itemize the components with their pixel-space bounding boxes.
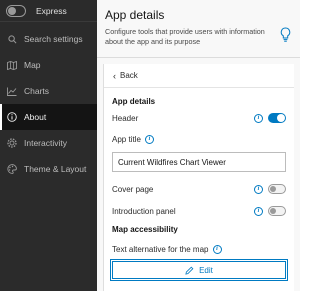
app-title-input[interactable]: Current Wildfires Chart Viewer — [112, 152, 286, 172]
text-alternative-label-row: Text alternative for the map i — [104, 243, 294, 255]
sidebar-item-label: Map — [24, 60, 41, 70]
introduction-panel-toggle[interactable] — [268, 206, 286, 216]
cover-page-toggle[interactable] — [268, 184, 286, 194]
sidebar-item-search-settings[interactable]: Search settings — [0, 26, 97, 52]
introduction-panel-row: Introduction panel i — [104, 205, 294, 217]
express-toggle[interactable] — [6, 4, 26, 17]
section-heading-app-details: App details — [112, 97, 156, 106]
palette-icon — [7, 164, 17, 174]
header-row: Header i — [104, 112, 294, 124]
info-icon[interactable]: i — [254, 113, 263, 123]
info-icon[interactable]: i — [254, 206, 263, 216]
sidebar-item-label: Charts — [24, 86, 50, 96]
cover-page-label: Cover page — [112, 184, 154, 194]
sidebar-item-label: Theme & Layout — [24, 164, 87, 174]
text-alternative-label: Text alternative for the map — [112, 244, 209, 254]
panel-header: App details Configure tools that provide… — [97, 0, 300, 58]
page-description: Configure tools that provide users with … — [105, 27, 265, 46]
sidebar-item-interactivity[interactable]: Interactivity — [0, 130, 97, 156]
back-button[interactable]: ‹ Back — [104, 64, 294, 88]
sidebar-item-theme-layout[interactable]: Theme & Layout — [0, 156, 97, 182]
sidebar-item-label: Search settings — [24, 34, 83, 44]
sidebar-item-label: Interactivity — [24, 138, 67, 148]
app-details-card: ‹ Back App details Header i App title i … — [103, 64, 294, 291]
info-icon[interactable]: i — [212, 244, 222, 254]
edit-label: Edit — [199, 265, 213, 275]
page-title: App details — [105, 8, 165, 22]
info-icon[interactable]: i — [144, 134, 154, 144]
app-title-label-row: App title i — [104, 133, 294, 145]
sidebar: Express Search settings Map Charts About… — [0, 0, 97, 291]
gear-icon — [7, 138, 17, 148]
sidebar-item-label: About — [24, 112, 47, 122]
chart-icon — [7, 86, 17, 96]
info-icon — [7, 112, 17, 122]
cover-page-row: Cover page i — [104, 183, 294, 195]
chevron-left-icon: ‹ — [113, 70, 116, 81]
sidebar-item-about[interactable]: About — [0, 104, 97, 130]
sidebar-item-map[interactable]: Map — [0, 52, 97, 78]
section-heading-map-accessibility: Map accessibility — [112, 225, 178, 234]
express-toggle-row[interactable]: Express — [0, 0, 97, 22]
lightbulb-icon[interactable] — [280, 27, 291, 43]
map-icon — [7, 60, 17, 70]
search-icon — [7, 34, 17, 44]
back-label: Back — [120, 71, 138, 80]
sidebar-item-charts[interactable]: Charts — [0, 78, 97, 104]
edit-button[interactable]: Edit — [110, 259, 288, 281]
header-toggle[interactable] — [268, 113, 286, 123]
app-title-label: App title — [112, 134, 141, 144]
main-panel: App details Configure tools that provide… — [97, 0, 300, 291]
info-icon[interactable]: i — [254, 184, 263, 194]
express-label: Express — [36, 5, 67, 16]
header-label: Header — [112, 113, 139, 123]
pencil-icon — [185, 266, 194, 275]
introduction-panel-label: Introduction panel — [112, 206, 176, 216]
